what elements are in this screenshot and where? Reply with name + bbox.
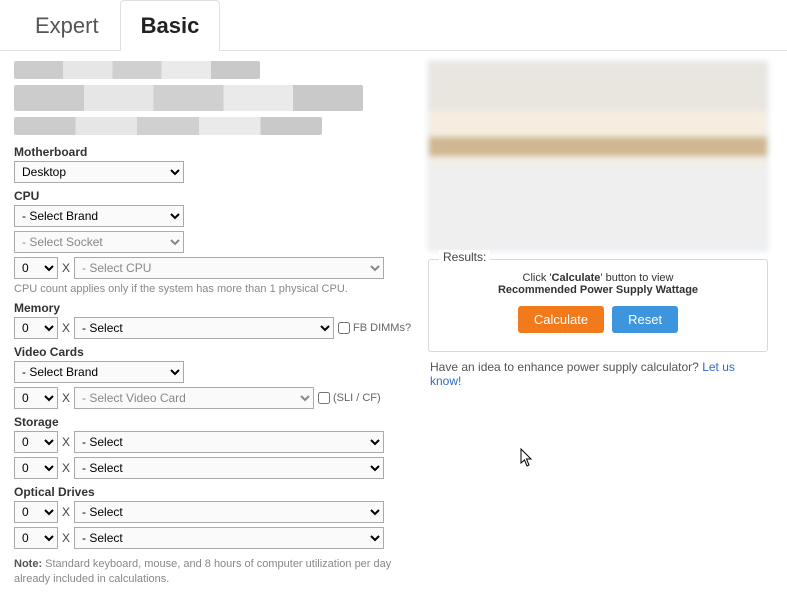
- tab-bar: Expert Basic: [0, 0, 787, 51]
- x-separator: X: [62, 321, 70, 335]
- storage-count-select-0[interactable]: 0: [14, 431, 58, 453]
- feedback-line: Have an idea to enhance power supply cal…: [428, 360, 768, 388]
- ad-placeholder-top: [14, 61, 424, 135]
- results-instruction: Click 'Calculate' button to view Recomme…: [443, 272, 753, 296]
- motherboard-label: Motherboard: [14, 145, 424, 159]
- x-separator: X: [62, 261, 70, 275]
- cpu-socket-select[interactable]: - Select Socket: [14, 231, 184, 253]
- video-count-select[interactable]: 0: [14, 387, 58, 409]
- x-separator: X: [62, 505, 70, 519]
- x-separator: X: [62, 461, 70, 475]
- memory-count-select[interactable]: 0: [14, 317, 58, 339]
- optical-type-select-0[interactable]: - Select: [74, 501, 384, 523]
- slicf-checkbox[interactable]: [318, 392, 330, 404]
- video-model-select[interactable]: - Select Video Card: [74, 387, 314, 409]
- calculate-button[interactable]: Calculate: [518, 306, 604, 333]
- video-brand-select[interactable]: - Select Brand: [14, 361, 184, 383]
- cpu-hint: CPU count applies only if the system has…: [14, 283, 424, 295]
- slicf-label: (SLI / CF): [318, 392, 381, 404]
- tab-basic[interactable]: Basic: [120, 0, 221, 51]
- x-separator: X: [62, 531, 70, 545]
- storage-label: Storage: [14, 415, 424, 429]
- reset-button[interactable]: Reset: [612, 306, 678, 333]
- video-label: Video Cards: [14, 345, 424, 359]
- optical-count-select-0[interactable]: 0: [14, 501, 58, 523]
- results-box: Results: Click 'Calculate' button to vie…: [428, 259, 768, 352]
- ad-placeholder-right: [428, 61, 768, 251]
- content-area: Motherboard Desktop CPU - Select Brand -…: [0, 51, 787, 598]
- memory-type-select[interactable]: - Select: [74, 317, 334, 339]
- x-separator: X: [62, 391, 70, 405]
- motherboard-select[interactable]: Desktop: [14, 161, 184, 183]
- optical-type-select-1[interactable]: - Select: [74, 527, 384, 549]
- tab-expert[interactable]: Expert: [14, 0, 120, 51]
- cpu-model-select[interactable]: - Select CPU: [74, 257, 384, 279]
- cpu-brand-select[interactable]: - Select Brand: [14, 205, 184, 227]
- optical-count-select-1[interactable]: 0: [14, 527, 58, 549]
- results-legend: Results:: [439, 250, 490, 264]
- cpu-label: CPU: [14, 189, 424, 203]
- fbdimms-checkbox[interactable]: [338, 322, 350, 334]
- optical-label: Optical Drives: [14, 485, 424, 499]
- cpu-count-select[interactable]: 0: [14, 257, 58, 279]
- note-text: Note: Standard keyboard, mouse, and 8 ho…: [14, 557, 424, 588]
- storage-type-select-0[interactable]: - Select: [74, 431, 384, 453]
- x-separator: X: [62, 435, 70, 449]
- storage-type-select-1[interactable]: - Select: [74, 457, 384, 479]
- memory-label: Memory: [14, 301, 424, 315]
- form-column: Motherboard Desktop CPU - Select Brand -…: [14, 61, 424, 588]
- results-column: Results: Click 'Calculate' button to vie…: [428, 61, 768, 588]
- fbdimms-label: FB DIMMs?: [338, 322, 411, 334]
- storage-count-select-1[interactable]: 0: [14, 457, 58, 479]
